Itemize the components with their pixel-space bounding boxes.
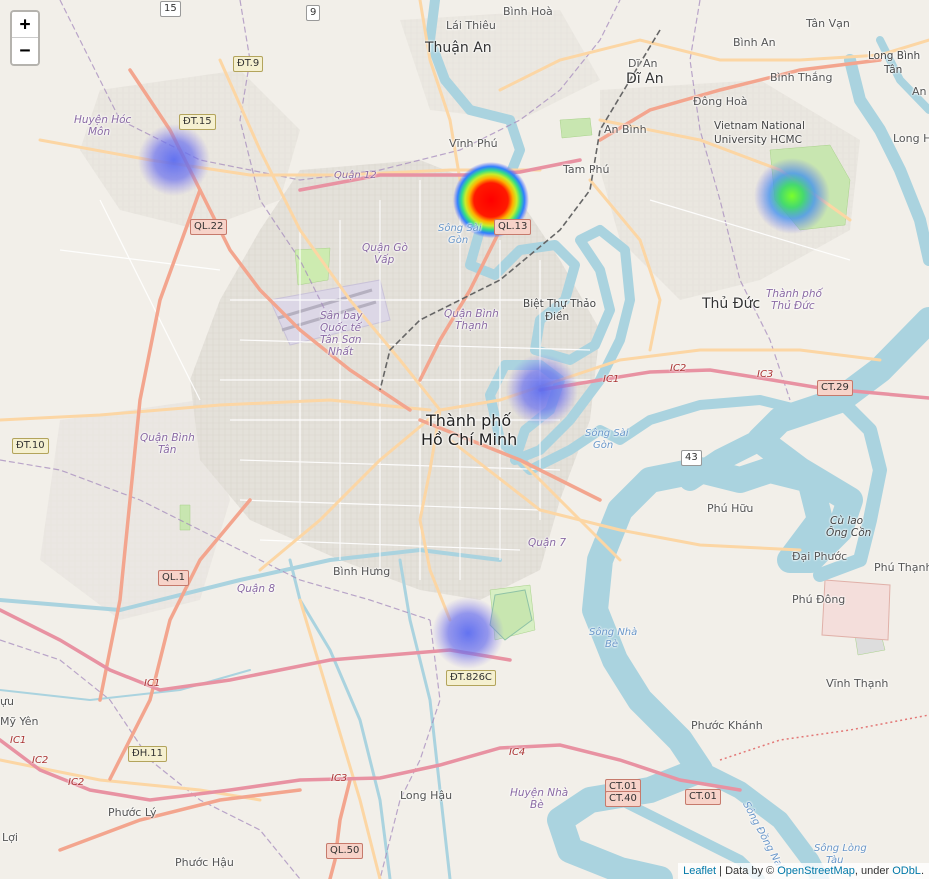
attribution-sep-2: , under [854, 865, 893, 877]
industrial-zone [821, 579, 891, 641]
zoom-out-button[interactable]: − [12, 38, 38, 64]
heat-spot-vinh-phu [453, 162, 529, 238]
heat-spot-binh-thanh [506, 354, 578, 426]
attribution: Leaflet | Data by © OpenStreetMap, under… [678, 863, 929, 879]
attribution-sep-1: | Data by © [716, 865, 778, 877]
map-container[interactable]: Lái Thiêu Bình Hoà Thuận An Dĩ An Dĩ An … [0, 0, 929, 879]
base-map-tiles [0, 0, 929, 879]
heat-spot-quan-7-south [432, 597, 504, 669]
heat-spot-hoc-mon [138, 124, 210, 196]
leaflet-link[interactable]: Leaflet [683, 865, 716, 877]
openstreetmap-link[interactable]: OpenStreetMap [777, 865, 855, 877]
zoom-in-button[interactable]: + [12, 12, 38, 38]
heat-spot-vnu-hcmc [754, 158, 830, 234]
zoom-control: + − [10, 10, 40, 66]
odbl-link[interactable]: ODbL [892, 865, 921, 877]
attribution-end: . [920, 865, 924, 877]
